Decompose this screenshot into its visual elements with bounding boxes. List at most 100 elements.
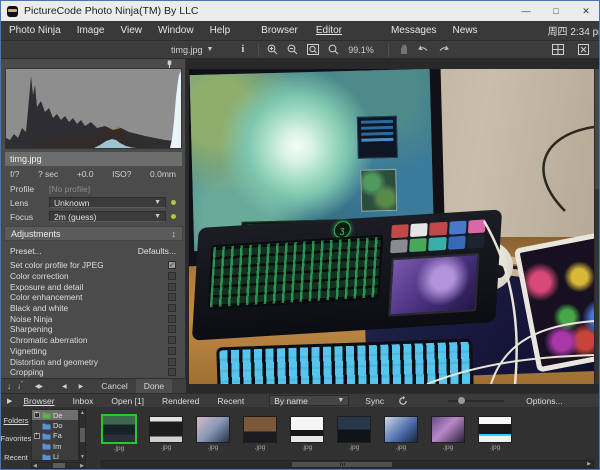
- adjustment-checkbox[interactable]: [168, 272, 176, 280]
- iso-value: ISO?: [112, 169, 131, 179]
- thumbnail[interactable]: .jpg: [243, 416, 277, 451]
- browser-tab-browser[interactable]: Browser: [14, 396, 63, 406]
- side-tab-favorites[interactable]: Favorites: [1, 434, 32, 443]
- folder-row[interactable]: De: [32, 410, 78, 420]
- redo-icon[interactable]: [438, 45, 449, 55]
- folder-label: Do: [53, 421, 63, 430]
- focus-select[interactable]: 2m (guess) ▼: [49, 211, 166, 222]
- scroll-right-icon[interactable]: ▶: [80, 463, 84, 469]
- maximize-button[interactable]: □: [541, 1, 571, 21]
- adjustment-checkbox[interactable]: [168, 368, 176, 376]
- browser-tab-recent[interactable]: Recent: [208, 396, 253, 406]
- menu-image[interactable]: Image: [69, 25, 113, 36]
- folder-row[interactable]: Im: [32, 441, 78, 451]
- save-as-icon[interactable]: ↓": [17, 381, 29, 391]
- thumbnail[interactable]: .jpg: [337, 416, 371, 451]
- info-button[interactable]: i: [241, 44, 244, 55]
- minimize-button[interactable]: —: [511, 1, 541, 21]
- tree-vertical-scrollbar[interactable]: ▲ ▼: [79, 409, 86, 461]
- zoom-fit-icon[interactable]: [307, 44, 319, 55]
- adjustment-checkbox[interactable]: [168, 304, 176, 312]
- prev-image-button[interactable]: ◀: [56, 383, 73, 390]
- close-button[interactable]: ✕: [571, 1, 600, 21]
- strip-horizontal-scrollbar[interactable]: ▶: [101, 460, 594, 468]
- adjustments-header[interactable]: Adjustments ↕: [4, 226, 183, 241]
- mode-tab-editor[interactable]: Editor: [307, 25, 351, 36]
- thumbnail[interactable]: .jpg: [478, 416, 512, 451]
- thumbnail[interactable]: .jpg: [431, 416, 465, 451]
- adjustment-checkbox[interactable]: [168, 315, 176, 323]
- folder-icon: [42, 432, 51, 440]
- expand-collapse-icon[interactable]: ↕: [172, 229, 177, 239]
- browser-tab-rendered[interactable]: Rendered: [153, 396, 208, 406]
- adjustment-row: Distortion and geometry: [10, 356, 176, 367]
- zoom-level-icon[interactable]: [328, 44, 339, 55]
- adjustment-label: Noise Ninja: [10, 314, 52, 324]
- adjustment-checkbox[interactable]: [168, 325, 176, 333]
- options-button[interactable]: Options...: [526, 396, 562, 406]
- thumbnail-size-slider[interactable]: [448, 400, 504, 402]
- folder-row[interactable]: Do: [32, 420, 78, 430]
- thumbnail-extension: .jpg: [208, 444, 218, 451]
- sync-label[interactable]: Sync: [365, 396, 384, 406]
- scroll-down-icon[interactable]: ▼: [80, 454, 85, 460]
- refresh-icon[interactable]: [398, 396, 408, 406]
- scroll-left-icon[interactable]: ◀: [33, 463, 37, 469]
- pin-icon[interactable]: [573, 395, 587, 406]
- thumbnail-extension: .jpg: [302, 444, 312, 451]
- scroll-right-icon[interactable]: ▶: [587, 461, 593, 467]
- image-canvas[interactable]: ʒ: [186, 59, 600, 393]
- dual-view-icon[interactable]: [552, 44, 564, 55]
- undo-icon[interactable]: [418, 45, 429, 55]
- adjustment-checkbox[interactable]: [168, 283, 176, 291]
- side-tab-recent[interactable]: Recent: [4, 453, 28, 462]
- menu-view[interactable]: View: [113, 25, 151, 36]
- folder-row[interactable]: Li: [32, 452, 78, 461]
- adjustment-checkbox[interactable]: [168, 336, 176, 344]
- menu-news[interactable]: News: [445, 25, 486, 36]
- side-tab-folders[interactable]: Folders: [3, 416, 28, 425]
- divider: [258, 43, 259, 57]
- thumbnail-image: [243, 416, 277, 443]
- adjustment-checkbox[interactable]: ✓: [168, 261, 176, 269]
- sort-by-select[interactable]: By name ▼: [269, 395, 349, 406]
- adjustment-row: Exposure and detail: [10, 281, 176, 292]
- thumbnail[interactable]: .jpg: [384, 416, 418, 451]
- image-name: timg.jpg: [10, 154, 42, 164]
- zoom-level-value[interactable]: 99.1%: [348, 45, 374, 55]
- thumbnail[interactable]: .jpg: [290, 416, 324, 451]
- menu-help[interactable]: Help: [202, 25, 239, 36]
- zoom-in-icon[interactable]: [267, 44, 278, 55]
- folder-row[interactable]: Fa: [32, 431, 78, 441]
- adjustment-checkbox[interactable]: [168, 347, 176, 355]
- zoom-out-icon[interactable]: [287, 44, 298, 55]
- next-image-button[interactable]: ▶: [73, 383, 90, 390]
- compare-icon[interactable]: ◀▶: [29, 383, 48, 390]
- thumbnail[interactable]: .jpg: [102, 414, 136, 452]
- preset-button[interactable]: Preset...: [10, 246, 42, 256]
- thumbnail[interactable]: .jpg: [196, 416, 230, 451]
- adjustment-checkbox[interactable]: [168, 293, 176, 301]
- menu-photo-ninja[interactable]: Photo Ninja: [1, 25, 69, 36]
- close-view-icon[interactable]: [578, 44, 589, 55]
- menu-messages[interactable]: Messages: [383, 25, 445, 36]
- defaults-button[interactable]: Defaults...: [138, 246, 176, 256]
- adjustment-checkbox[interactable]: [168, 358, 176, 366]
- browser-tab-inbox[interactable]: Inbox: [64, 396, 103, 406]
- expand-icon[interactable]: [34, 433, 40, 439]
- lens-select[interactable]: Unknown ▼: [49, 197, 166, 208]
- scroll-up-icon[interactable]: ▲: [80, 410, 85, 416]
- save-icon[interactable]: ↓: [1, 382, 17, 391]
- browser-tab-open1[interactable]: Open [1]: [102, 396, 153, 406]
- canvas-scrollbar[interactable]: [595, 69, 600, 384]
- cancel-button[interactable]: Cancel: [93, 379, 135, 393]
- menu-window[interactable]: Window: [150, 25, 202, 36]
- image-selector[interactable]: timg.jpg ▼: [171, 45, 213, 55]
- thumbnail[interactable]: .jpg: [149, 416, 183, 451]
- tree-horizontal-scrollbar[interactable]: ◀ ▶: [31, 462, 86, 469]
- expand-icon[interactable]: [34, 412, 40, 418]
- collapse-browser-icon[interactable]: ▶: [1, 397, 14, 405]
- done-button[interactable]: Done: [136, 379, 172, 393]
- mode-tab-browser[interactable]: Browser: [252, 25, 307, 36]
- app-logo-icon: [7, 6, 18, 17]
